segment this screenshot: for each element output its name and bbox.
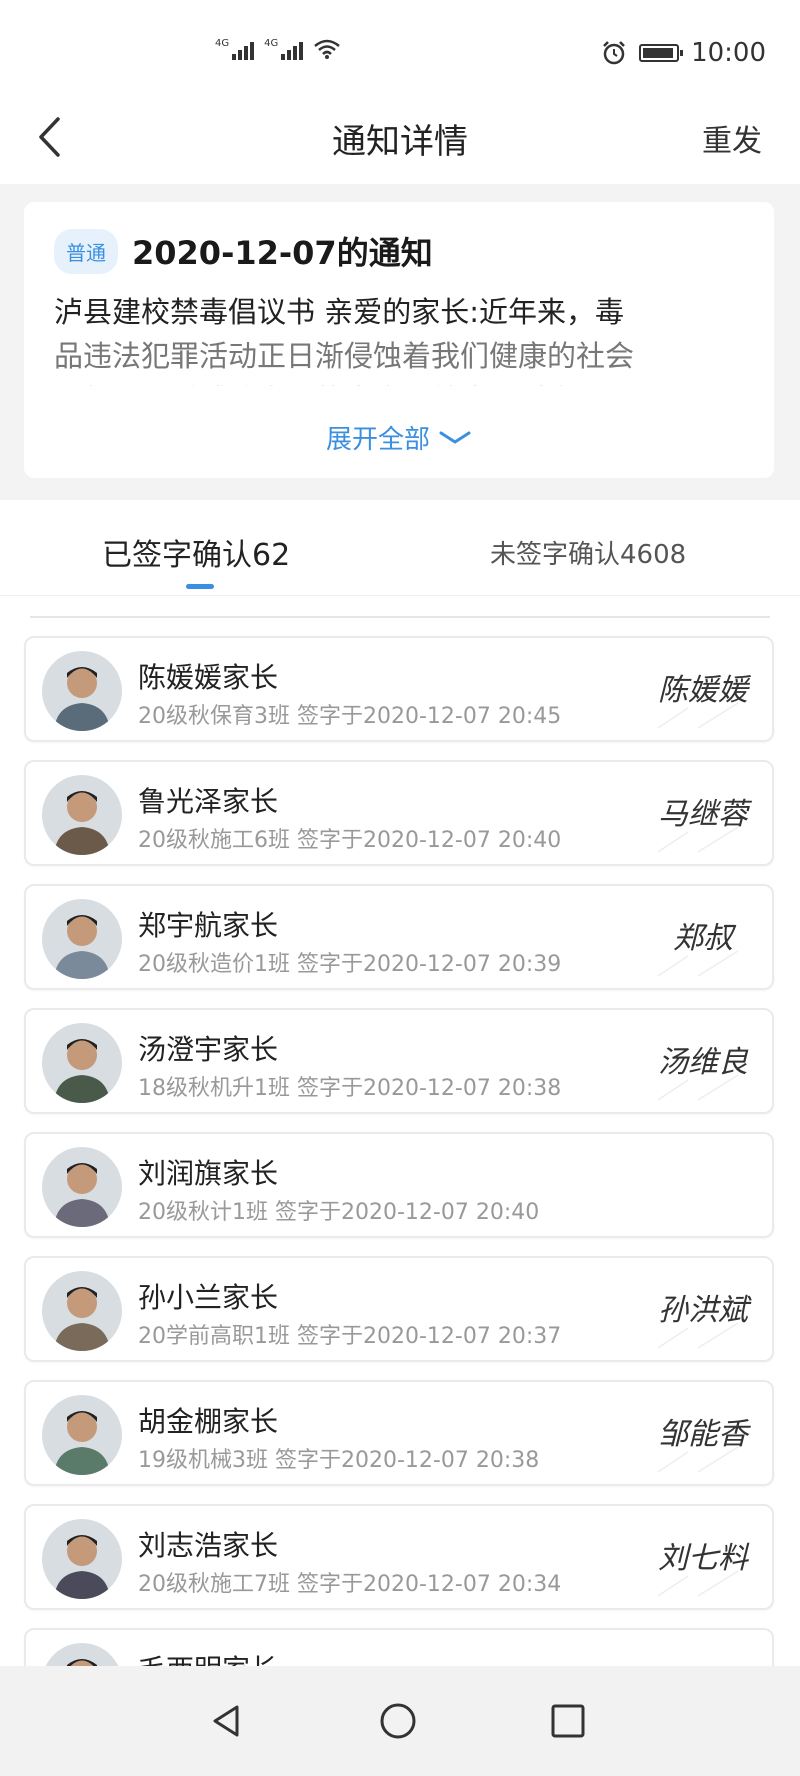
wifi-icon [314, 39, 341, 59]
list-item[interactable]: 刘志浩家长 20级秋施工7班 签字于2020-12-07 20:34 刘七料 [24, 1504, 774, 1610]
class-and-sign-time: 20级秋施工6班 签字于2020-12-07 20:40 [138, 828, 562, 853]
system-nav-bar [0, 1666, 800, 1776]
signature-text: 马继蓉 [658, 797, 753, 832]
list-item[interactable]: 孙小兰家长 20学前高职1班 签字于2020-12-07 20:37 孙洪斌 [24, 1256, 774, 1362]
notice-section: 普通 2020-12-07的通知 泸县建校禁毒倡议书 亲爱的家长:近年来，毒 品… [0, 184, 800, 500]
alarm-icon [603, 41, 625, 65]
tab-unsigned[interactable]: 未签字确认4608 [490, 534, 686, 571]
tab-signed[interactable]: 已签字确认62 [102, 530, 290, 574]
page-title: 通知详情 [332, 121, 468, 162]
parent-name: 汤澄宇家长 [138, 1033, 279, 1066]
class-and-sign-time: 20学前高职1班 签字于2020-12-07 20:37 [138, 1324, 562, 1349]
signature-text: 刘七料 [658, 1541, 750, 1576]
class-and-sign-time: 20级秋施工7班 签字于2020-12-07 20:34 [138, 1572, 562, 1597]
back-triangle-icon[interactable] [207, 1701, 247, 1741]
notice-header: 普通 2020-12-07的通知 [54, 226, 744, 276]
battery-icon [639, 44, 684, 62]
notice-card: 普通 2020-12-07的通知 泸县建校禁毒倡议书 亲爱的家长:近年来，毒 品… [24, 202, 774, 478]
signature-text: 郑叔 [673, 921, 737, 956]
notice-title: 2020-12-07的通知 [132, 234, 433, 272]
avatar [42, 899, 122, 979]
signed-parent-list: 陈媛媛家长 20级秋保育3班 签字于2020-12-07 20:45 陈媛媛 鲁… [24, 636, 774, 1752]
cell-signal-icon: 4G [264, 38, 304, 60]
avatar [42, 1395, 122, 1475]
signature-image: 汤维良 [648, 1020, 758, 1106]
status-right: 10:00 [601, 38, 766, 68]
class-and-sign-time: 20级秋造价1班 签字于2020-12-07 20:39 [138, 952, 562, 977]
signal-indicators: 4G 4G [215, 38, 341, 60]
parent-name: 鲁光泽家长 [138, 785, 279, 818]
class-and-sign-time: 19级机械3班 签字于2020-12-07 20:38 [138, 1448, 540, 1473]
parent-name: 郑宇航家长 [138, 909, 279, 942]
signature-image: 陈媛媛 [648, 648, 758, 734]
avatar [42, 1519, 122, 1599]
avatar [42, 775, 122, 855]
signature-image: 马继蓉 [648, 772, 758, 858]
list-item[interactable]: 郑宇航家长 20级秋造价1班 签字于2020-12-07 20:39 郑叔 [24, 884, 774, 990]
signature-image: 邹能香 [648, 1392, 758, 1478]
signature-text: 孙洪斌 [658, 1293, 752, 1328]
status-time: 10:00 [691, 38, 766, 68]
signature-image: 郑叔 [648, 896, 758, 982]
avatar [42, 1147, 122, 1227]
notice-line: 风气，严重威胁人们的生命、健康和财产 [54, 378, 744, 386]
list-item[interactable]: 汤澄宇家长 18级秋机升1班 签字于2020-12-07 20:38 汤维良 [24, 1008, 774, 1114]
nav-bar: 通知详情 重发 [0, 92, 800, 184]
avatar [42, 651, 122, 731]
expand-all-button[interactable]: 展开全部 [24, 419, 774, 456]
list-item[interactable]: 陈媛媛家长 20级秋保育3班 签字于2020-12-07 20:45 陈媛媛 [24, 636, 774, 742]
class-and-sign-time: 20级秋计1班 签字于2020-12-07 20:40 [138, 1200, 540, 1225]
notice-type-badge: 普通 [54, 228, 118, 274]
list-item[interactable]: 鲁光泽家长 20级秋施工6班 签字于2020-12-07 20:40 马继蓉 [24, 760, 774, 866]
signature-image [648, 1144, 758, 1230]
sign-status-tabs: 已签字确认62 未签字确认4608 [0, 500, 800, 596]
notice-body: 泸县建校禁毒倡议书 亲爱的家长:近年来，毒 品违法犯罪活动正日渐侵蚀着我们健康的… [54, 290, 744, 386]
tab-indicator [186, 584, 214, 589]
class-and-sign-time: 18级秋机升1班 签字于2020-12-07 20:38 [138, 1076, 562, 1101]
signature-text: 汤维良 [658, 1045, 749, 1080]
parent-name: 陈媛媛家长 [138, 661, 279, 694]
resend-button[interactable]: 重发 [702, 116, 762, 160]
home-circle-icon[interactable] [378, 1701, 418, 1741]
signature-text: 邹能香 [658, 1417, 751, 1452]
expand-all-label: 展开全部 [325, 425, 430, 455]
parent-name: 胡金棚家长 [138, 1405, 279, 1438]
class-and-sign-time: 20级秋保育3班 签字于2020-12-07 20:45 [138, 704, 562, 729]
signature-text: 陈媛媛 [658, 673, 752, 708]
notice-line: 泸县建校禁毒倡议书 亲爱的家长:近年来，毒 [54, 295, 624, 329]
cell-signal-icon: 4G [215, 38, 255, 60]
parent-name: 刘志浩家长 [138, 1529, 279, 1562]
signature-image: 孙洪斌 [648, 1268, 758, 1354]
parent-name: 刘润旗家长 [138, 1157, 279, 1190]
list-item[interactable]: 刘润旗家长 20级秋计1班 签字于2020-12-07 20:40 [24, 1132, 774, 1238]
divider [30, 616, 770, 618]
signature-image: 刘七料 [648, 1516, 758, 1602]
list-item[interactable]: 胡金棚家长 19级机械3班 签字于2020-12-07 20:38 邹能香 [24, 1380, 774, 1486]
recents-square-icon[interactable] [548, 1701, 588, 1741]
parent-name: 孙小兰家长 [138, 1281, 279, 1314]
avatar [42, 1023, 122, 1103]
chevron-left-icon [39, 117, 60, 157]
avatar [42, 1271, 122, 1351]
back-button[interactable] [24, 112, 74, 162]
chevron-down-icon [439, 431, 471, 444]
notice-line: 品违法犯罪活动正日渐侵蚀着我们健康的社会 [54, 339, 635, 373]
